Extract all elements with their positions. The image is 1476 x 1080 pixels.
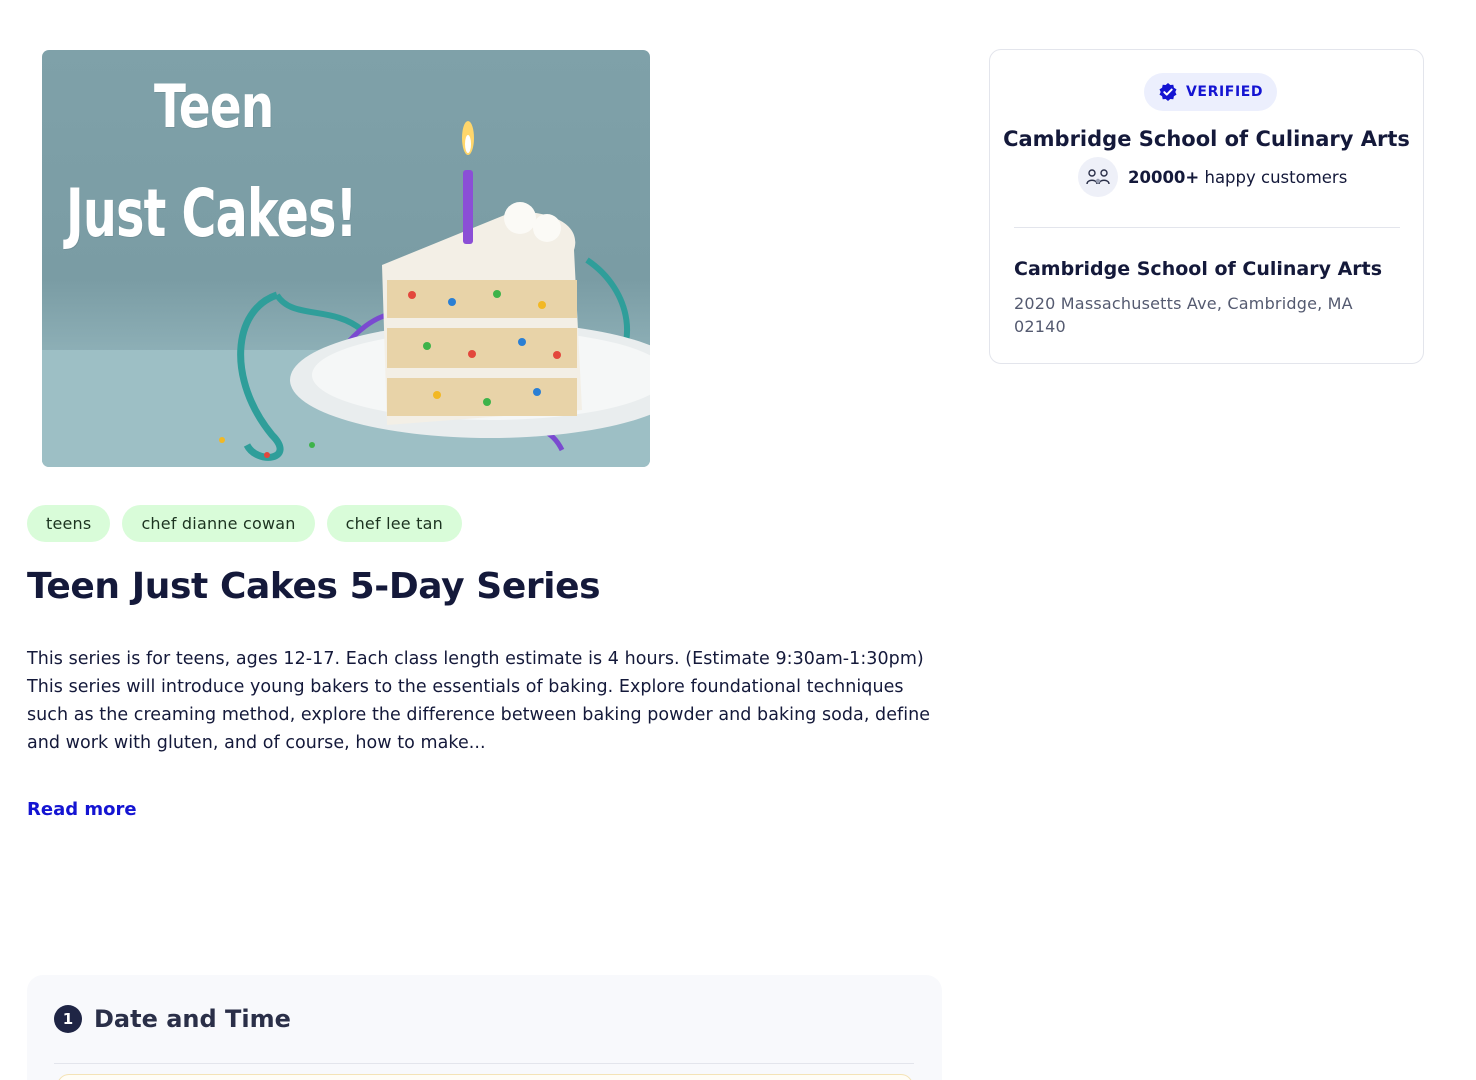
happy-customers: 20000+ happy customers: [1078, 157, 1347, 197]
verified-label: VERIFIED: [1186, 84, 1264, 100]
location-name: Cambridge School of Culinary Arts: [1014, 258, 1383, 280]
date-time-section: 1 Date and Time: [27, 975, 942, 1080]
tag-chef-dianne-cowan[interactable]: chef dianne cowan: [122, 505, 315, 542]
hero-title-line-2: Just Cakes!: [66, 175, 357, 252]
date-time-title: Date and Time: [94, 1005, 291, 1033]
tag-teens[interactable]: teens: [27, 505, 111, 542]
date-slot-card[interactable]: [57, 1074, 913, 1080]
section-divider: [54, 1063, 914, 1064]
class-description: This series is for teens, ages 12-17. Ea…: [27, 645, 942, 757]
verified-badge-icon: [1159, 83, 1177, 101]
step-number-badge: 1: [54, 1005, 82, 1033]
read-more-link[interactable]: Read more: [27, 799, 137, 820]
tag-chef-lee-tan[interactable]: chef lee tan: [326, 505, 462, 542]
location-address: 2020 Massachusetts Ave, Cambridge, MA 02…: [1014, 294, 1353, 336]
cake-illustration: [42, 121, 650, 467]
hero-title-line-1: Teen: [154, 72, 274, 142]
tag-list: teens chef dianne cowan chef lee tan: [27, 505, 462, 542]
customers-label: happy customers: [1204, 167, 1348, 187]
verified-badge: VERIFIED: [1144, 73, 1278, 111]
customers-count: 20000+: [1128, 167, 1200, 187]
description-line-2: This series will introduce young bakers …: [27, 677, 931, 753]
class-hero-image: Teen Just Cakes!: [42, 50, 650, 467]
date-time-header: 1 Date and Time: [54, 1005, 291, 1033]
class-title: Teen Just Cakes 5-Day Series: [27, 566, 601, 607]
card-divider: [1014, 227, 1400, 228]
provider-card: VERIFIED Cambridge School of Culinary Ar…: [989, 49, 1424, 364]
provider-name[interactable]: Cambridge School of Culinary Arts: [990, 127, 1423, 151]
users-icon: [1078, 157, 1118, 197]
description-line-1: This series is for teens, ages 12-17. Ea…: [27, 649, 924, 669]
